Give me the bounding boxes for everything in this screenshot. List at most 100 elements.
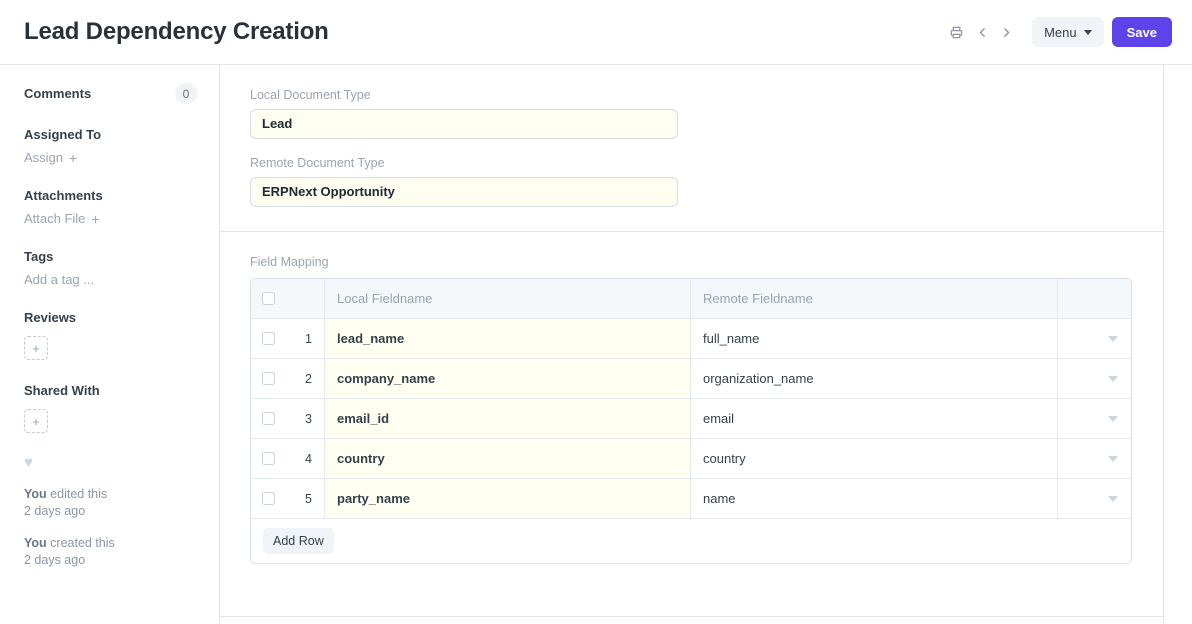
main-content: Local Document Type Lead Remote Document… [219, 65, 1164, 624]
comments-label: Comments [24, 85, 91, 103]
attach-file-button[interactable]: Attach File + [24, 211, 197, 226]
chevron-down-icon [1108, 416, 1118, 422]
reviews-label: Reviews [24, 309, 197, 327]
sidebar-section-attachments: Attachments Attach File + [24, 187, 197, 226]
row-local-fieldname[interactable]: party_name [325, 479, 691, 518]
page-body: Comments 0 Assigned To Assign + Attachme… [0, 65, 1192, 624]
table-row[interactable]: 3 email_id email [251, 399, 1131, 439]
sidebar-section-shared-with: Shared With + [24, 382, 197, 433]
attach-file-label: Attach File [24, 211, 85, 226]
chevron-left-icon[interactable] [970, 19, 994, 45]
grid-header-row: Local Fieldname Remote Fieldname [251, 279, 1131, 319]
comments-count-badge: 0 [175, 83, 197, 104]
section-divider [219, 616, 1164, 624]
add-share-button[interactable]: + [24, 409, 48, 433]
heart-icon[interactable]: ♥ [24, 455, 197, 470]
attachments-label: Attachments [24, 187, 197, 205]
row-select-cell [251, 399, 285, 438]
chevron-down-icon [1108, 376, 1118, 382]
assigned-to-label: Assigned To [24, 126, 197, 144]
grid-header-actions [1058, 279, 1131, 318]
timeline-entry-text: You edited this [24, 486, 197, 503]
row-local-fieldname[interactable]: lead_name [325, 319, 691, 358]
row-local-fieldname[interactable]: company_name [325, 359, 691, 398]
assign-button[interactable]: Assign + [24, 150, 197, 165]
row-select-cell [251, 439, 285, 478]
timeline-entry: You edited this 2 days ago [24, 486, 197, 520]
comments-header[interactable]: Comments 0 [24, 83, 197, 104]
row-select-cell [251, 359, 285, 398]
add-tag-input[interactable]: Add a tag ... [24, 272, 197, 287]
select-all-checkbox[interactable] [262, 292, 275, 305]
row-checkbox[interactable] [262, 452, 275, 465]
chevron-down-icon [1108, 456, 1118, 462]
row-local-fieldname[interactable]: country [325, 439, 691, 478]
chevron-down-icon [1084, 30, 1092, 35]
row-expand-button[interactable] [1058, 479, 1131, 518]
row-expand-button[interactable] [1058, 359, 1131, 398]
row-index: 2 [285, 359, 325, 398]
remote-document-type-input[interactable]: ERPNext Opportunity [250, 177, 678, 207]
row-select-cell [251, 479, 285, 518]
grid-footer: Add Row [251, 519, 1131, 563]
chevron-right-icon[interactable] [994, 19, 1018, 45]
assign-label: Assign [24, 150, 63, 165]
timeline-action: edited this [47, 487, 107, 501]
row-local-fieldname[interactable]: email_id [325, 399, 691, 438]
row-checkbox[interactable] [262, 372, 275, 385]
timeline-entry: You created this 2 days ago [24, 535, 197, 569]
remote-document-type-label: Remote Document Type [250, 155, 1133, 171]
plus-icon: + [32, 415, 40, 428]
row-remote-fieldname[interactable]: email [691, 399, 1058, 438]
record-navigation [970, 19, 1018, 45]
row-checkbox[interactable] [262, 492, 275, 505]
save-button[interactable]: Save [1112, 17, 1172, 47]
row-select-cell [251, 319, 285, 358]
local-document-type-label: Local Document Type [250, 87, 1133, 103]
page-title: Lead Dependency Creation [24, 20, 329, 44]
row-checkbox[interactable] [262, 332, 275, 345]
plus-icon: + [32, 342, 40, 355]
sidebar: Comments 0 Assigned To Assign + Attachme… [0, 65, 219, 624]
plus-icon: + [91, 212, 99, 226]
add-row-button[interactable]: Add Row [263, 528, 334, 554]
header-actions: Menu Save [944, 17, 1172, 47]
shared-with-label: Shared With [24, 382, 197, 400]
row-expand-button[interactable] [1058, 439, 1131, 478]
timeline-actor: You [24, 536, 47, 550]
select-all-cell [251, 279, 285, 318]
timeline-actor: You [24, 487, 47, 501]
row-index: 1 [285, 319, 325, 358]
page-header: Lead Dependency Creation Menu Save [0, 0, 1192, 65]
sidebar-section-tags: Tags Add a tag ... [24, 248, 197, 287]
row-index: 5 [285, 479, 325, 518]
menu-button[interactable]: Menu [1032, 17, 1104, 47]
timeline-entry-text: You created this [24, 535, 197, 552]
field-remote-document-type: Remote Document Type ERPNext Opportunity [250, 155, 1133, 207]
row-index: 3 [285, 399, 325, 438]
sidebar-section-comments: Comments 0 [24, 83, 197, 104]
row-remote-fieldname[interactable]: organization_name [691, 359, 1058, 398]
table-row[interactable]: 2 company_name organization_name [251, 359, 1131, 399]
row-expand-button[interactable] [1058, 319, 1131, 358]
field-mapping-grid: Local Fieldname Remote Fieldname 1 lead_… [250, 278, 1132, 564]
table-row[interactable]: 5 party_name name [251, 479, 1131, 519]
local-document-type-input[interactable]: Lead [250, 109, 678, 139]
document-type-section: Local Document Type Lead Remote Document… [220, 65, 1163, 232]
table-row[interactable]: 1 lead_name full_name [251, 319, 1131, 359]
tags-label: Tags [24, 248, 197, 266]
activity-timeline: You edited this 2 days ago You created t… [24, 486, 197, 569]
row-remote-fieldname[interactable]: name [691, 479, 1058, 518]
table-row[interactable]: 4 country country [251, 439, 1131, 479]
print-icon[interactable] [944, 19, 968, 45]
grid-header-index [285, 279, 325, 318]
row-remote-fieldname[interactable]: full_name [691, 319, 1058, 358]
timeline-action: created this [47, 536, 115, 550]
add-review-button[interactable]: + [24, 336, 48, 360]
chevron-down-icon [1108, 336, 1118, 342]
sidebar-section-reviews: Reviews + [24, 309, 197, 360]
row-remote-fieldname[interactable]: country [691, 439, 1058, 478]
timeline-time: 2 days ago [24, 552, 197, 569]
row-expand-button[interactable] [1058, 399, 1131, 438]
row-checkbox[interactable] [262, 412, 275, 425]
